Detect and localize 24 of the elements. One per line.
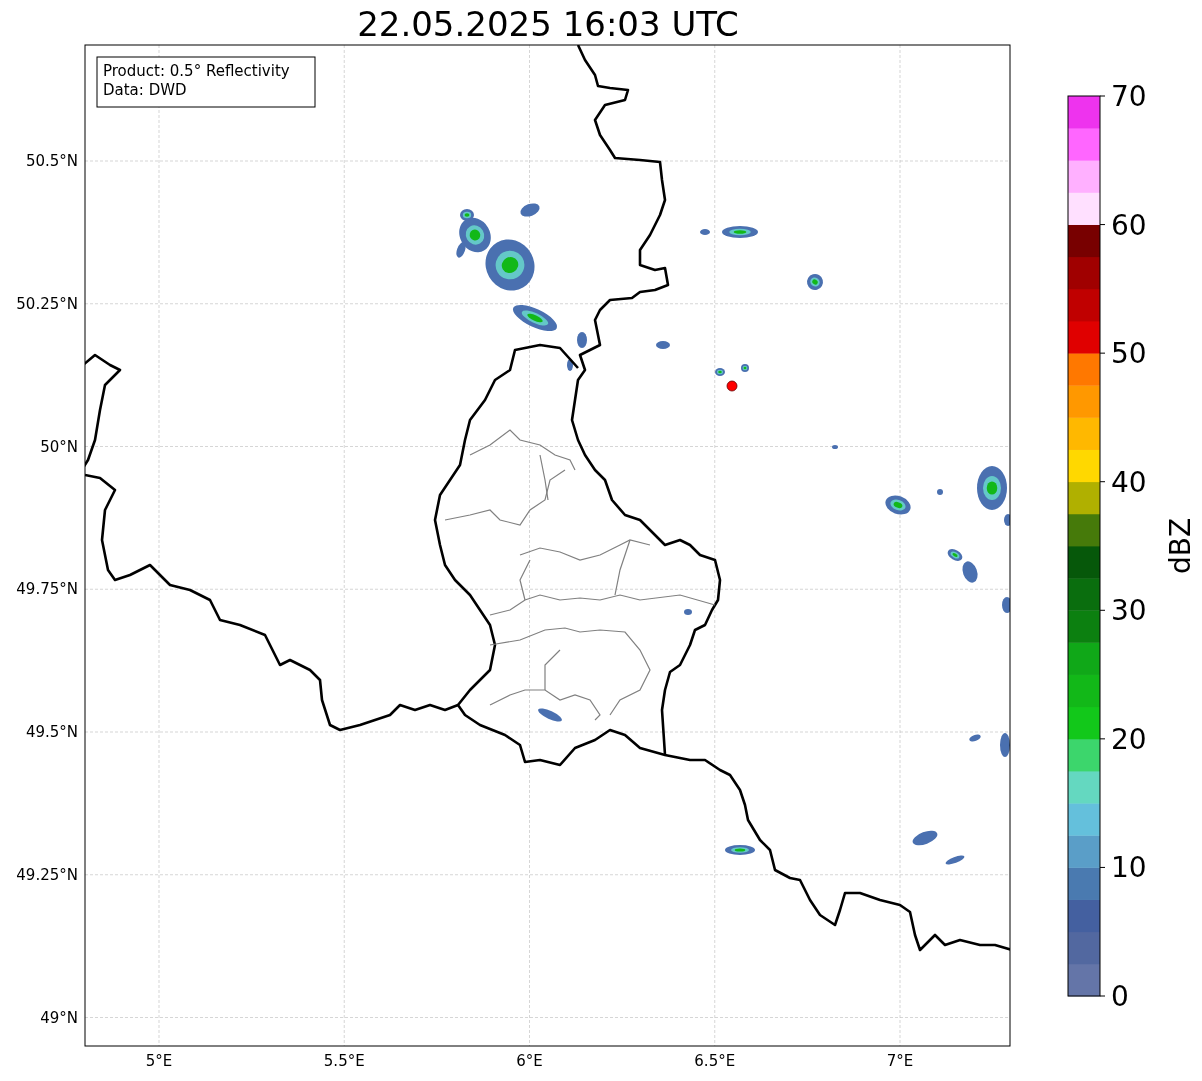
info-box-text: Product: 0.5° Reflectivity bbox=[103, 62, 290, 80]
colorbar-tick-label: 10 bbox=[1111, 851, 1147, 885]
colorbar-label: dBZ bbox=[1164, 517, 1197, 575]
axis-tick-label: 7°E bbox=[886, 1052, 914, 1070]
colorbar-tick-label: 70 bbox=[1111, 80, 1147, 113]
colorbar-tick-label: 20 bbox=[1111, 722, 1147, 756]
colorbar-tick-label: 30 bbox=[1111, 594, 1147, 628]
axis-tick-label: 49.75°N bbox=[16, 580, 78, 599]
axis-tick-label: 49.5°N bbox=[25, 723, 78, 741]
axis-tick-label: 5.5°E bbox=[323, 1052, 365, 1070]
colorbar-tick-label: 50 bbox=[1111, 337, 1147, 371]
axis-tick-label: 50°N bbox=[40, 437, 78, 456]
colorbar-tick-label: 0 bbox=[1111, 980, 1129, 1013]
axis-tick-label: 5°E bbox=[145, 1052, 173, 1070]
axis-tick-label: 49.25°N bbox=[16, 865, 78, 884]
axis-tick-label: 6°E bbox=[516, 1052, 543, 1070]
axis-tick-label: 50.5°N bbox=[25, 152, 78, 170]
chart-title: 22.05.2025 16:03 UTC bbox=[357, 4, 739, 44]
info-box-text: Data: DWD bbox=[103, 81, 187, 99]
axis-tick-label: 6.5°E bbox=[694, 1052, 736, 1070]
colorbar-tick-label: 40 bbox=[1111, 465, 1147, 499]
colorbar-tick-label: 60 bbox=[1111, 208, 1147, 242]
axis-tick-label: 50.25°N bbox=[16, 294, 78, 313]
axis-tick-label: 49°N bbox=[40, 1008, 78, 1027]
